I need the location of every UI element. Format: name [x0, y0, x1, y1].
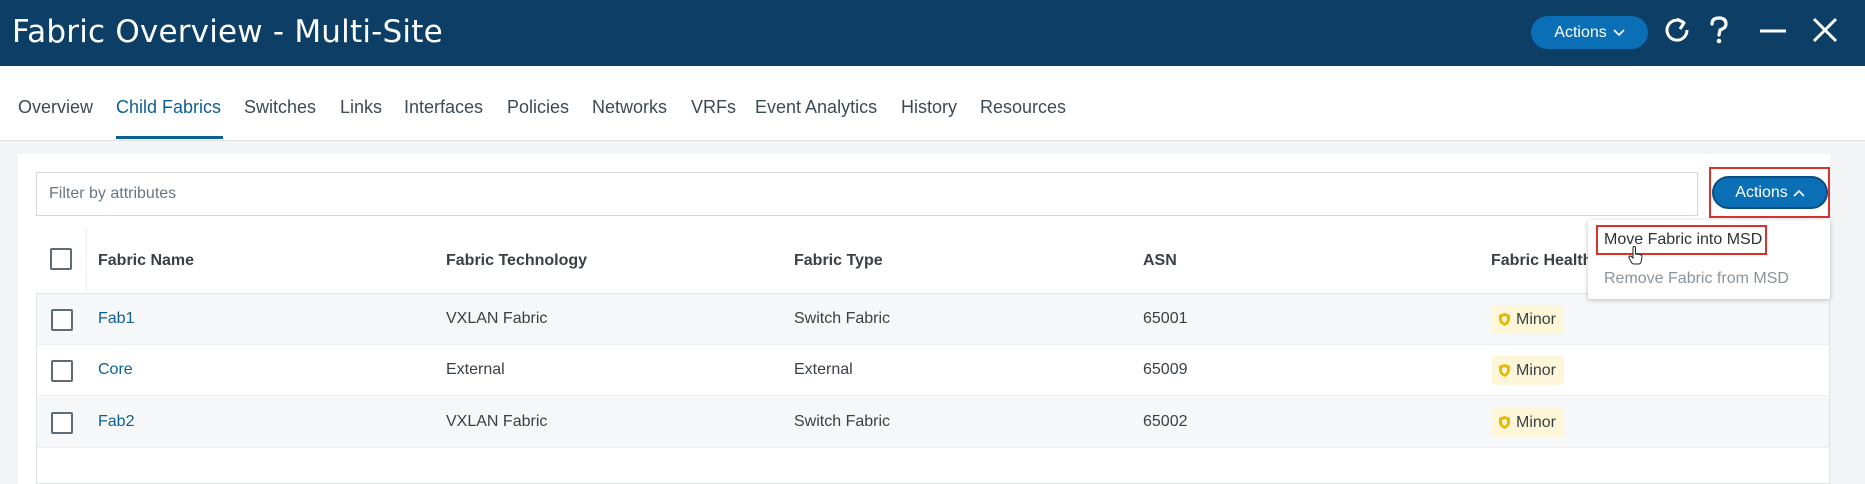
- tab-history[interactable]: History: [901, 97, 957, 118]
- fabric-name-link[interactable]: Fab1: [98, 310, 134, 328]
- column-divider: [86, 228, 87, 294]
- fabric-type: Switch Fabric: [794, 413, 891, 430]
- tab-event-analytics[interactable]: Event Analytics: [755, 97, 877, 118]
- fabric-name-link[interactable]: Core: [98, 361, 133, 379]
- column-header-fabric-health[interactable]: Fabric Health: [1491, 252, 1592, 270]
- shield-icon: [1499, 416, 1510, 429]
- row-checkbox[interactable]: [51, 412, 73, 434]
- health-label: Minor: [1516, 361, 1557, 379]
- fabric-asn: 65009: [1143, 361, 1188, 378]
- fabric-name-link[interactable]: Fab2: [98, 413, 134, 431]
- tab-resources[interactable]: Resources: [980, 97, 1066, 118]
- menu-item-move-fabric[interactable]: Move Fabric into MSD: [1596, 225, 1767, 255]
- window-title: Fabric Overview - Multi-Site: [12, 14, 443, 50]
- tab-bar: Overview Child Fabrics Switches Links In…: [0, 66, 1865, 141]
- tab-vrfs[interactable]: VRFs: [691, 97, 736, 118]
- tab-interfaces[interactable]: Interfaces: [404, 97, 483, 118]
- close-icon[interactable]: [1812, 17, 1838, 43]
- fabric-technology: VXLAN Fabric: [446, 413, 548, 430]
- shield-icon: [1499, 364, 1510, 377]
- tab-policies[interactable]: Policies: [507, 97, 569, 118]
- actions-button-label: Actions: [1735, 183, 1788, 201]
- fabric-asn: 65002: [1143, 413, 1188, 430]
- tab-switches[interactable]: Switches: [244, 97, 316, 118]
- tab-overview[interactable]: Overview: [18, 97, 93, 118]
- row-checkbox[interactable]: [51, 309, 73, 331]
- fabric-technology: External: [446, 361, 505, 378]
- fabric-asn: 65001: [1143, 310, 1188, 327]
- fabric-type: External: [794, 361, 853, 378]
- column-header-fabric-technology[interactable]: Fabric Technology: [446, 252, 587, 270]
- health-label: Minor: [1516, 310, 1557, 328]
- chevron-up-icon: [1793, 189, 1805, 197]
- hand-cursor-icon: [1628, 246, 1643, 265]
- menu-item-remove-fabric[interactable]: Remove Fabric from MSD: [1604, 270, 1789, 288]
- shield-icon: [1499, 313, 1510, 326]
- filter-input[interactable]: Filter by attributes: [36, 172, 1698, 216]
- column-header-fabric-name[interactable]: Fabric Name: [98, 252, 194, 270]
- header-actions-button[interactable]: Actions: [1531, 16, 1648, 49]
- refresh-icon[interactable]: [1662, 15, 1692, 45]
- title-bar: Fabric Overview - Multi-Site Actions: [0, 0, 1865, 66]
- health-badge: Minor: [1492, 305, 1564, 334]
- column-header-fabric-type[interactable]: Fabric Type: [794, 252, 883, 270]
- header-actions-label: Actions: [1554, 23, 1607, 41]
- minimize-icon[interactable]: [1758, 18, 1788, 42]
- fabric-technology: VXLAN Fabric: [446, 310, 548, 327]
- help-icon[interactable]: [1708, 15, 1730, 45]
- health-label: Minor: [1516, 413, 1557, 431]
- fabric-type: Switch Fabric: [794, 310, 891, 327]
- chevron-down-icon: [1613, 28, 1625, 36]
- row-checkbox[interactable]: [51, 360, 73, 382]
- column-header-asn[interactable]: ASN: [1143, 252, 1177, 270]
- active-tab-indicator: [116, 136, 223, 139]
- health-badge: Minor: [1492, 408, 1564, 437]
- select-all-checkbox[interactable]: [50, 248, 72, 270]
- tab-links[interactable]: Links: [340, 97, 382, 118]
- tab-networks[interactable]: Networks: [592, 97, 667, 118]
- health-badge: Minor: [1492, 356, 1564, 385]
- tab-child-fabrics[interactable]: Child Fabrics: [116, 97, 221, 118]
- actions-button[interactable]: Actions: [1712, 176, 1828, 209]
